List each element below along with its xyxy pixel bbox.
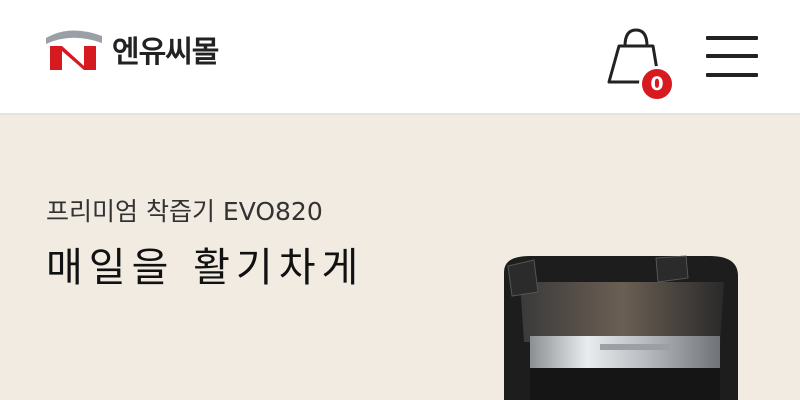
menu-button[interactable] [706, 34, 758, 80]
cart-button[interactable]: 0 [603, 24, 679, 102]
site-header: 엔유씨몰 0 [0, 0, 800, 115]
nuc-logo-icon [46, 30, 102, 70]
cart-count-badge: 0 [639, 66, 675, 102]
banner-subtitle: 프리미엄 착즙기 EVO820 [46, 197, 323, 226]
juicer-product-image [504, 255, 738, 400]
site-logo[interactable]: 엔유씨몰 [44, 26, 219, 72]
banner-title: 매일을 활기차게 [46, 245, 365, 291]
logo-text: 엔유씨몰 [112, 35, 219, 70]
